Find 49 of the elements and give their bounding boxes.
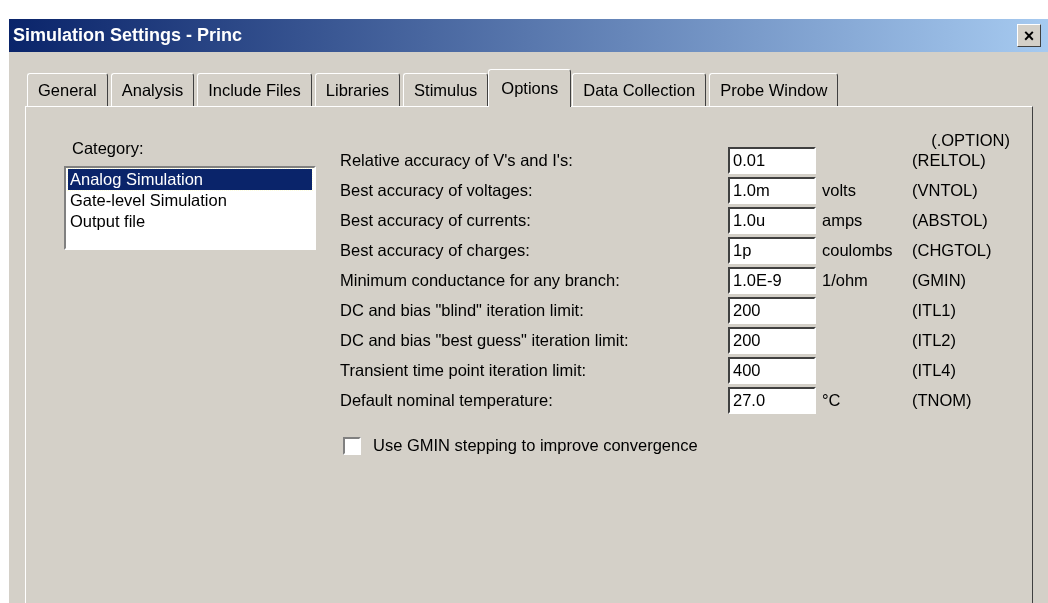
close-button[interactable]: ×	[1017, 24, 1041, 47]
option-name: (ABSTOL)	[912, 211, 989, 230]
unit-label: amps	[822, 211, 863, 229]
option-label: Minimum conductance for any branch:	[340, 271, 621, 290]
option-label: Default nominal temperature:	[340, 391, 554, 410]
option-label: Best accuracy of currents:	[340, 211, 532, 230]
input-field[interactable]: 1p	[728, 237, 816, 264]
option-label: DC and bias "best guess" iteration limit:	[340, 331, 630, 350]
option-name: (TNOM)	[912, 391, 973, 410]
option-name: (RELTOL)	[912, 151, 987, 170]
tab[interactable]: Stimulus	[403, 73, 489, 106]
option-name: (ITL1)	[912, 301, 957, 320]
tab[interactable]: Libraries	[314, 73, 401, 106]
tab[interactable]: General	[27, 73, 108, 106]
option-header: (.OPTION)	[931, 131, 1010, 151]
option-name: (GMIN)	[912, 271, 968, 290]
option-label: Transient time point iteration limit:	[340, 361, 588, 380]
unit-label: °C	[822, 391, 841, 409]
input-field[interactable]: 27.0	[728, 387, 816, 414]
option-name: (ITL4)	[912, 361, 957, 380]
option-name: (VNTOL)	[912, 181, 979, 200]
checkbox[interactable]	[343, 436, 361, 455]
input-field[interactable]: 1.0m	[728, 177, 816, 204]
input-field[interactable]: 200	[728, 327, 816, 354]
input-field[interactable]: 0.01	[728, 147, 816, 174]
tab[interactable]: Options	[488, 69, 572, 107]
category-label: Category:	[71, 139, 145, 158]
input-field[interactable]: 400	[728, 357, 816, 384]
option-label: Relative accuracy of V's and I's:	[340, 151, 574, 170]
checkbox-label: Use GMIN stepping to improve convergence	[373, 436, 698, 455]
tab[interactable]: Include Files	[197, 73, 312, 106]
unit-label: 1/ohm	[822, 271, 868, 289]
unit-label: volts	[822, 181, 856, 199]
list-item[interactable]: Output file	[68, 211, 312, 232]
list-item[interactable]: Gate-level Simulation	[68, 190, 312, 211]
window-title: Simulation Settings - Princ	[13, 25, 243, 46]
input-field[interactable]: 1.0E-9	[728, 267, 816, 294]
tab[interactable]: Probe Window	[709, 73, 839, 106]
option-label: Best accuracy of charges:	[340, 241, 531, 260]
option-label: Best accuracy of voltages:	[340, 181, 534, 200]
option-name: (CHGTOL)	[912, 241, 993, 260]
unit-label: coulombs	[822, 241, 893, 259]
list-item[interactable]: Analog Simulation	[68, 169, 312, 190]
input-field[interactable]: 200	[728, 297, 816, 324]
option-name: (ITL2)	[912, 331, 957, 350]
input-field[interactable]: 1.0u	[728, 207, 816, 234]
tab[interactable]: Analysis	[110, 73, 195, 106]
option-label: DC and bias "blind" iteration limit:	[340, 301, 585, 320]
tab[interactable]: Data Collection	[572, 73, 707, 106]
